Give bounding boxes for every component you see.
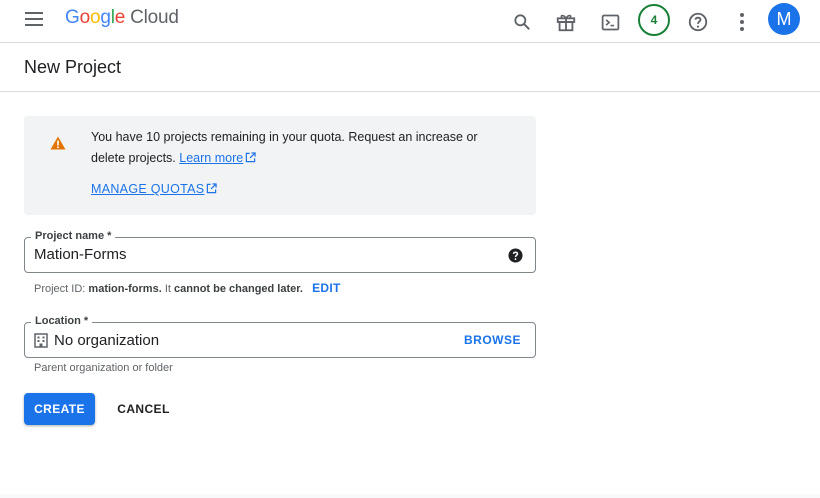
learn-more-label: Learn more: [179, 151, 244, 165]
notifications-badge[interactable]: 4: [638, 4, 670, 36]
manage-quotas-link[interactable]: MANAGE QUOTAS: [91, 182, 218, 196]
quota-message: You have 10 projects remaining in your q…: [91, 127, 511, 169]
quota-warning-box: You have 10 projects remaining in your q…: [24, 116, 536, 215]
location-label: Location *: [31, 314, 93, 328]
help-icon[interactable]: [683, 7, 713, 37]
project-name-label: Project name *: [31, 229, 116, 243]
project-id-hint: Project ID: mation-forms. It cannot be c…: [34, 281, 341, 295]
cancel-button[interactable]: CANCEL: [107, 393, 180, 425]
edit-project-id-button[interactable]: EDIT: [312, 281, 341, 295]
warning-icon: [50, 136, 66, 150]
project-id-prefix: Project ID:: [34, 283, 86, 295]
google-cloud-logo[interactable]: Google Cloud: [65, 7, 179, 29]
gift-icon[interactable]: [551, 7, 581, 37]
search-icon[interactable]: [507, 7, 537, 37]
terminal-icon[interactable]: [595, 7, 625, 37]
project-name-input[interactable]: [34, 246, 494, 263]
page-footer-divider: [0, 494, 820, 498]
project-id-value: mation-forms.: [88, 283, 162, 295]
top-app-bar: Google Cloud 4 M: [0, 0, 820, 43]
open-in-new-icon: [207, 183, 218, 194]
project-name-field: Project name *: [24, 229, 536, 273]
page-title: New Project: [24, 57, 122, 77]
project-id-middle: It: [164, 283, 171, 295]
create-button[interactable]: CREATE: [24, 393, 95, 425]
more-vert-icon[interactable]: [727, 7, 757, 37]
menu-icon[interactable]: [21, 9, 47, 29]
account-avatar[interactable]: M: [768, 3, 800, 35]
project-id-emphasis: cannot be changed later.: [174, 283, 303, 295]
learn-more-link[interactable]: Learn more: [179, 151, 256, 165]
quota-message-text: You have 10 projects remaining in your q…: [91, 130, 478, 165]
open-in-new-icon: [245, 152, 256, 163]
location-field[interactable]: Location * No organization BROWSE: [24, 314, 536, 358]
notification-count: 4: [650, 13, 658, 27]
avatar-initial: M: [776, 8, 792, 29]
location-hint: Parent organization or folder: [34, 362, 173, 374]
page-header: New Project: [0, 43, 820, 92]
manage-quotas-label: MANAGE QUOTAS: [91, 182, 205, 196]
help-icon[interactable]: [508, 248, 523, 263]
building-icon: [34, 333, 48, 348]
browse-button[interactable]: BROWSE: [464, 333, 521, 347]
location-value: No organization: [54, 332, 160, 349]
